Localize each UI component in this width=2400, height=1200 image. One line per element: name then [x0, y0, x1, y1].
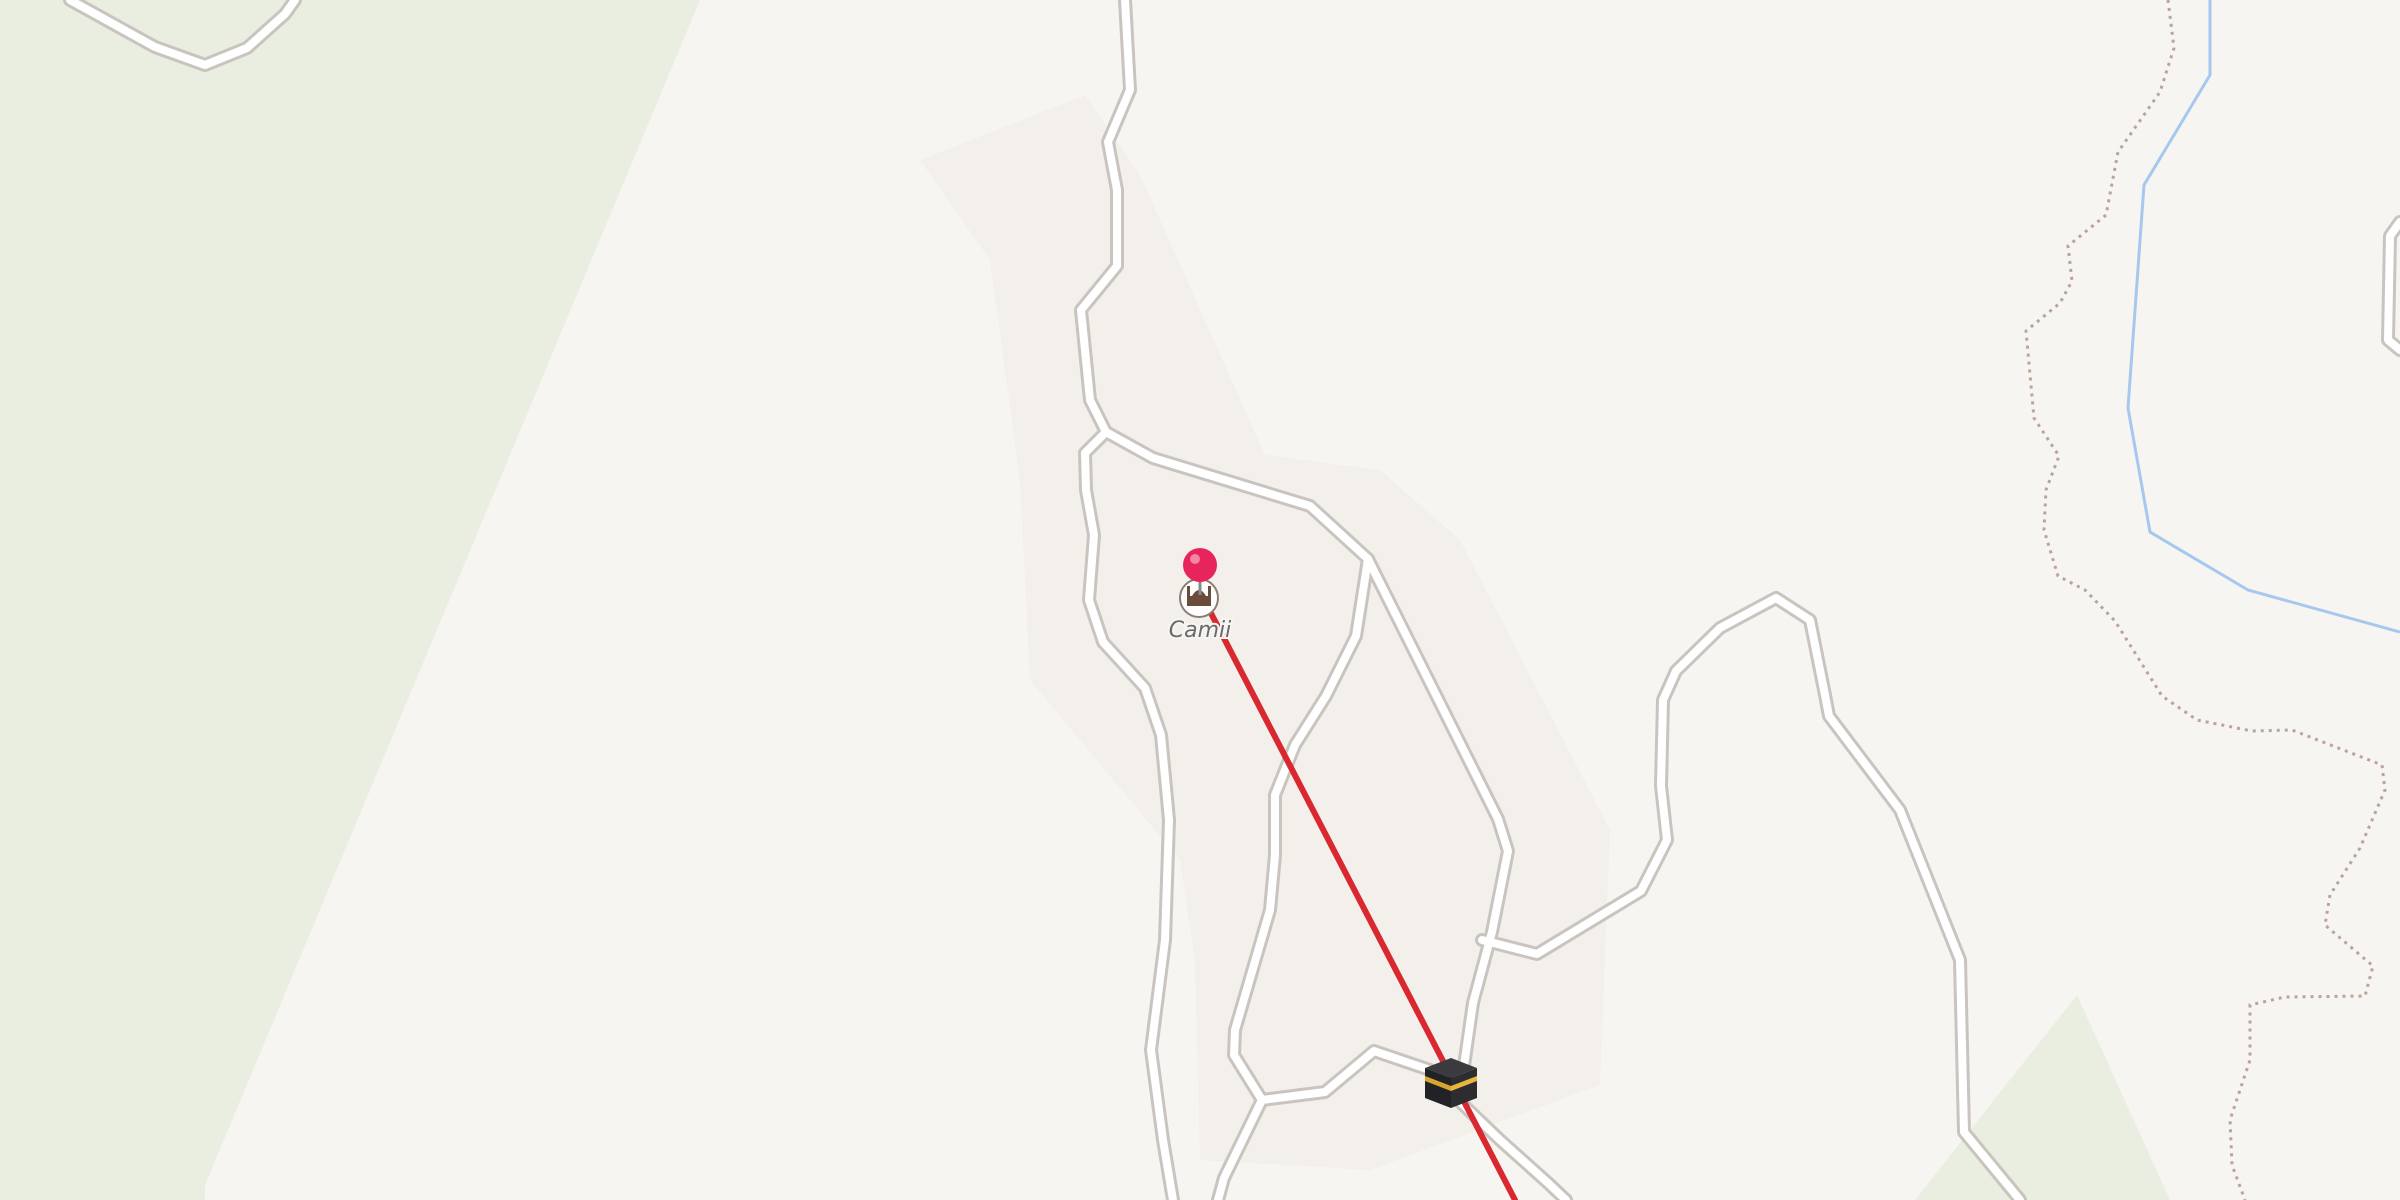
poi-label: Camii: [1169, 618, 1232, 643]
kaaba-icon[interactable]: [1425, 1058, 1477, 1108]
map-canvas[interactable]: Camii: [0, 0, 2400, 1200]
